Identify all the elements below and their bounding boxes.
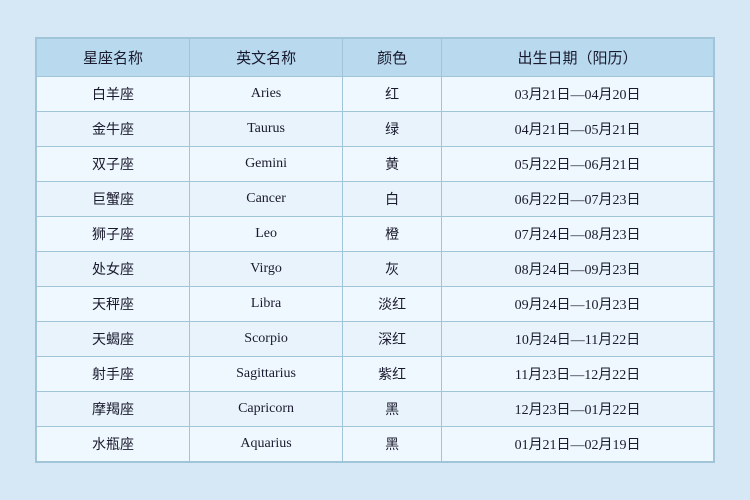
cell-dates: 04月21日—05月21日 [442, 112, 714, 147]
cell-dates: 12月23日—01月22日 [442, 392, 714, 427]
cell-english-name: Scorpio [190, 322, 343, 357]
cell-color: 绿 [343, 112, 442, 147]
cell-chinese-name: 摩羯座 [37, 392, 190, 427]
cell-color: 灰 [343, 252, 442, 287]
table-header-row: 星座名称 英文名称 颜色 出生日期（阳历） [37, 39, 714, 77]
cell-chinese-name: 巨蟹座 [37, 182, 190, 217]
cell-chinese-name: 处女座 [37, 252, 190, 287]
table-row: 天蝎座Scorpio深红10月24日—11月22日 [37, 322, 714, 357]
cell-color: 黑 [343, 392, 442, 427]
cell-chinese-name: 双子座 [37, 147, 190, 182]
table-row: 处女座Virgo灰08月24日—09月23日 [37, 252, 714, 287]
cell-chinese-name: 天秤座 [37, 287, 190, 322]
cell-color: 白 [343, 182, 442, 217]
cell-dates: 07月24日—08月23日 [442, 217, 714, 252]
cell-english-name: Libra [190, 287, 343, 322]
table-row: 水瓶座Aquarius黑01月21日—02月19日 [37, 427, 714, 462]
cell-chinese-name: 天蝎座 [37, 322, 190, 357]
header-english-name: 英文名称 [190, 39, 343, 77]
table-row: 摩羯座Capricorn黑12月23日—01月22日 [37, 392, 714, 427]
cell-dates: 01月21日—02月19日 [442, 427, 714, 462]
cell-color: 紫红 [343, 357, 442, 392]
cell-english-name: Virgo [190, 252, 343, 287]
cell-dates: 03月21日—04月20日 [442, 77, 714, 112]
cell-color: 橙 [343, 217, 442, 252]
zodiac-table-container: 星座名称 英文名称 颜色 出生日期（阳历） 白羊座Aries红03月21日—04… [35, 37, 715, 463]
table-row: 狮子座Leo橙07月24日—08月23日 [37, 217, 714, 252]
cell-dates: 08月24日—09月23日 [442, 252, 714, 287]
cell-chinese-name: 白羊座 [37, 77, 190, 112]
cell-chinese-name: 金牛座 [37, 112, 190, 147]
cell-dates: 06月22日—07月23日 [442, 182, 714, 217]
cell-color: 黑 [343, 427, 442, 462]
cell-english-name: Aries [190, 77, 343, 112]
cell-english-name: Leo [190, 217, 343, 252]
cell-english-name: Gemini [190, 147, 343, 182]
table-body: 白羊座Aries红03月21日—04月20日金牛座Taurus绿04月21日—0… [37, 77, 714, 462]
cell-color: 深红 [343, 322, 442, 357]
cell-english-name: Sagittarius [190, 357, 343, 392]
cell-dates: 11月23日—12月22日 [442, 357, 714, 392]
table-row: 天秤座Libra淡红09月24日—10月23日 [37, 287, 714, 322]
header-color: 颜色 [343, 39, 442, 77]
cell-chinese-name: 射手座 [37, 357, 190, 392]
header-chinese-name: 星座名称 [37, 39, 190, 77]
cell-color: 黄 [343, 147, 442, 182]
cell-dates: 10月24日—11月22日 [442, 322, 714, 357]
table-row: 白羊座Aries红03月21日—04月20日 [37, 77, 714, 112]
table-row: 金牛座Taurus绿04月21日—05月21日 [37, 112, 714, 147]
cell-color: 红 [343, 77, 442, 112]
cell-english-name: Aquarius [190, 427, 343, 462]
cell-english-name: Cancer [190, 182, 343, 217]
cell-color: 淡红 [343, 287, 442, 322]
cell-english-name: Capricorn [190, 392, 343, 427]
header-dates: 出生日期（阳历） [442, 39, 714, 77]
table-row: 巨蟹座Cancer白06月22日—07月23日 [37, 182, 714, 217]
cell-dates: 09月24日—10月23日 [442, 287, 714, 322]
cell-chinese-name: 狮子座 [37, 217, 190, 252]
table-row: 双子座Gemini黄05月22日—06月21日 [37, 147, 714, 182]
cell-dates: 05月22日—06月21日 [442, 147, 714, 182]
cell-chinese-name: 水瓶座 [37, 427, 190, 462]
cell-english-name: Taurus [190, 112, 343, 147]
table-row: 射手座Sagittarius紫红11月23日—12月22日 [37, 357, 714, 392]
zodiac-table: 星座名称 英文名称 颜色 出生日期（阳历） 白羊座Aries红03月21日—04… [36, 38, 714, 462]
